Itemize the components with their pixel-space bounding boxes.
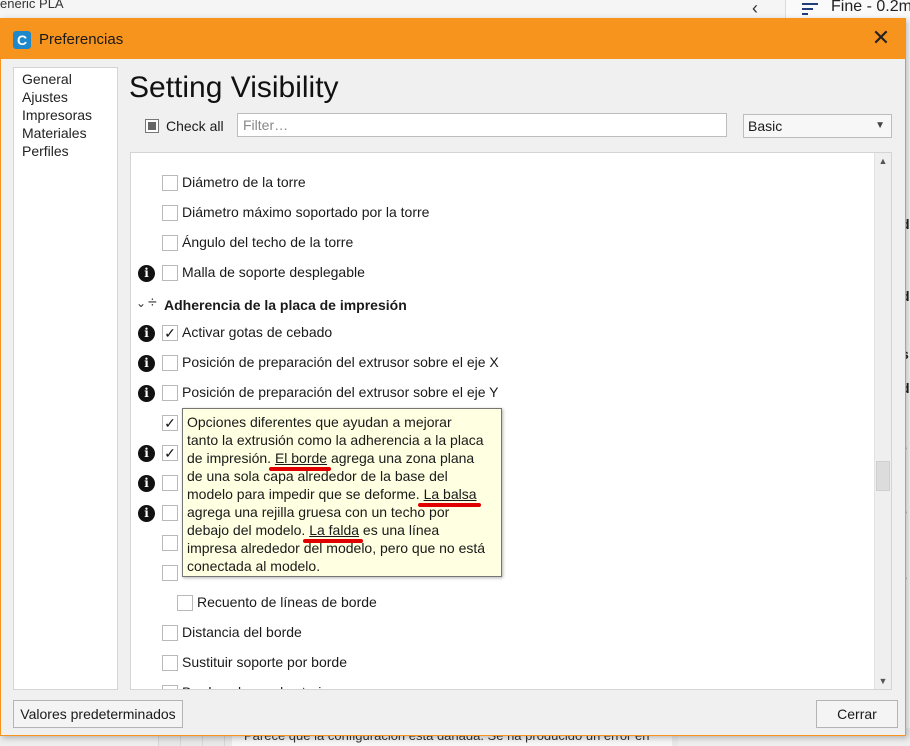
nav-item-perfiles[interactable]: Perfiles	[14, 142, 117, 160]
scroll-thumb[interactable]	[876, 461, 890, 491]
highlighted-term: La falda	[309, 522, 360, 538]
info-icon[interactable]: i	[138, 355, 155, 372]
tooltip-line: modelo para impedir que se deforme. La b…	[187, 486, 477, 502]
setting-checkbox[interactable]	[162, 205, 178, 221]
setting-row: Distancia del borde	[131, 621, 871, 645]
checkbox-partial[interactable]	[145, 119, 159, 133]
info-icon[interactable]: i	[138, 445, 155, 462]
setting-row: Sustituir soporte por borde	[131, 651, 871, 675]
setting-row: i Posición de preparación del extrusor so…	[131, 351, 871, 375]
setting-checkbox[interactable]	[162, 265, 178, 281]
setting-label: Diámetro máximo soportado por la torre	[182, 204, 430, 220]
close-icon[interactable]: ✕	[869, 27, 893, 51]
setting-row: i Malla de soporte desplegable	[131, 261, 871, 285]
profile-icon	[802, 3, 818, 15]
setting-checkbox[interactable]	[162, 175, 178, 191]
info-icon[interactable]: i	[138, 505, 155, 522]
scroll-up-icon[interactable]: ▲	[875, 153, 891, 169]
setting-checkbox[interactable]	[162, 565, 178, 581]
info-icon[interactable]: i	[138, 265, 155, 282]
setting-checkbox[interactable]	[162, 535, 178, 551]
close-button[interactable]: Cerrar	[816, 700, 898, 728]
adhesion-icon: ÷	[148, 294, 157, 311]
red-annotation-mark	[303, 539, 364, 543]
profile-label[interactable]: Fine - 0.2m	[831, 0, 910, 16]
setting-checkbox[interactable]	[177, 595, 193, 611]
setting-checkbox[interactable]	[162, 505, 178, 521]
preset-value: Basic	[748, 118, 783, 134]
setting-label: Diámetro de la torre	[182, 174, 306, 190]
nav-item-general[interactable]: General	[14, 70, 117, 88]
scroll-down-icon[interactable]: ▼	[875, 673, 891, 689]
setting-checkbox[interactable]	[162, 385, 178, 401]
setting-row: Diámetro máximo soportado por la torre	[131, 201, 871, 225]
setting-checkbox[interactable]	[162, 355, 178, 371]
setting-row: i ✓ Activar gotas de cebado	[131, 321, 871, 345]
cura-logo-icon: C	[13, 31, 31, 49]
setting-checkbox[interactable]	[162, 625, 178, 641]
category-label: Adherencia de la placa de impresión	[164, 297, 407, 313]
setting-checkbox[interactable]: ✓	[162, 445, 178, 461]
setting-label: Activar gotas de cebado	[182, 324, 333, 340]
preferences-dialog: C Preferencias ✕ General Ajustes Impreso…	[0, 18, 906, 736]
setting-row: i Posición de preparación del extrusor so…	[131, 381, 871, 405]
check-all-label: Check all	[166, 118, 224, 134]
setting-label: Sustituir soporte por borde	[182, 654, 347, 670]
setting-row: Borde solo en el exterior	[131, 681, 871, 689]
setting-checkbox[interactable]: ✓	[162, 415, 178, 431]
settings-category[interactable]: ⌄ ÷ Adherencia de la placa de impresión	[131, 294, 871, 318]
nav-item-materiales[interactable]: Materiales	[14, 124, 117, 142]
chevron-left-icon[interactable]: ‹	[752, 0, 758, 19]
setting-tooltip: Opciones diferentes que ayudan a mejorar…	[182, 408, 502, 577]
setting-checkbox[interactable]	[162, 235, 178, 251]
tooltip-line: de impresión. El borde agrega una zona p…	[187, 450, 475, 466]
setting-label: Borde solo en el exterior	[182, 684, 334, 689]
setting-label: Distancia del borde	[182, 624, 302, 640]
red-annotation-mark	[268, 467, 332, 471]
tooltip-line: Opciones diferentes que ayudan a mejorar	[187, 414, 452, 430]
tooltip-line: de una sola capa alrededor de la base de…	[187, 468, 448, 484]
setting-checkbox[interactable]: ✓	[162, 325, 178, 341]
setting-checkbox[interactable]	[162, 655, 178, 671]
page-title: Setting Visibility	[129, 71, 339, 104]
info-icon[interactable]: i	[138, 325, 155, 342]
filter-input[interactable]	[237, 113, 727, 137]
info-icon[interactable]: i	[138, 475, 155, 492]
defaults-button[interactable]: Valores predeterminados	[13, 700, 183, 728]
scrollbar[interactable]: ▲ ▼	[874, 153, 891, 689]
setting-label: Recuento de líneas de borde	[197, 594, 377, 610]
nav-item-ajustes[interactable]: Ajustes	[14, 88, 117, 106]
titlebar: C Preferencias ✕	[1, 19, 905, 59]
tooltip-line: tanto la extrusión como la adherencia a …	[187, 432, 484, 448]
info-icon[interactable]: i	[138, 385, 155, 402]
chevron-down-icon[interactable]: ⌄	[136, 296, 146, 310]
setting-row: Ángulo del techo de la torre	[131, 231, 871, 255]
tooltip-line: debajo del modelo. La falda es una línea	[187, 522, 440, 538]
highlighted-term: La balsa	[423, 486, 477, 502]
nav-item-impresoras[interactable]: Impresoras	[14, 106, 117, 124]
setting-checkbox[interactable]	[162, 685, 178, 689]
setting-label: Posición de preparación del extrusor sob…	[182, 384, 499, 400]
setting-row: Recuento de líneas de borde	[131, 591, 871, 615]
setting-label: Posición de preparación del extrusor sob…	[182, 354, 499, 370]
setting-row: Diámetro de la torre	[131, 171, 871, 195]
setting-label: Ángulo del techo de la torre	[182, 234, 354, 250]
visibility-preset-select[interactable]: Basic ▼	[743, 114, 892, 138]
dialog-title: Preferencias	[39, 31, 124, 48]
highlighted-term: El borde	[274, 450, 328, 466]
setting-label: Malla de soporte desplegable	[182, 264, 365, 280]
chevron-down-icon: ▼	[875, 120, 885, 131]
red-annotation-mark	[417, 503, 481, 507]
check-all-checkbox[interactable]: Check all	[145, 116, 224, 136]
tooltip-line: conectada al modelo.	[187, 558, 321, 574]
material-label: eneric PLA	[0, 0, 64, 11]
setting-checkbox[interactable]	[162, 475, 178, 491]
preferences-nav: General Ajustes Impresoras Materiales Pe…	[13, 67, 118, 690]
